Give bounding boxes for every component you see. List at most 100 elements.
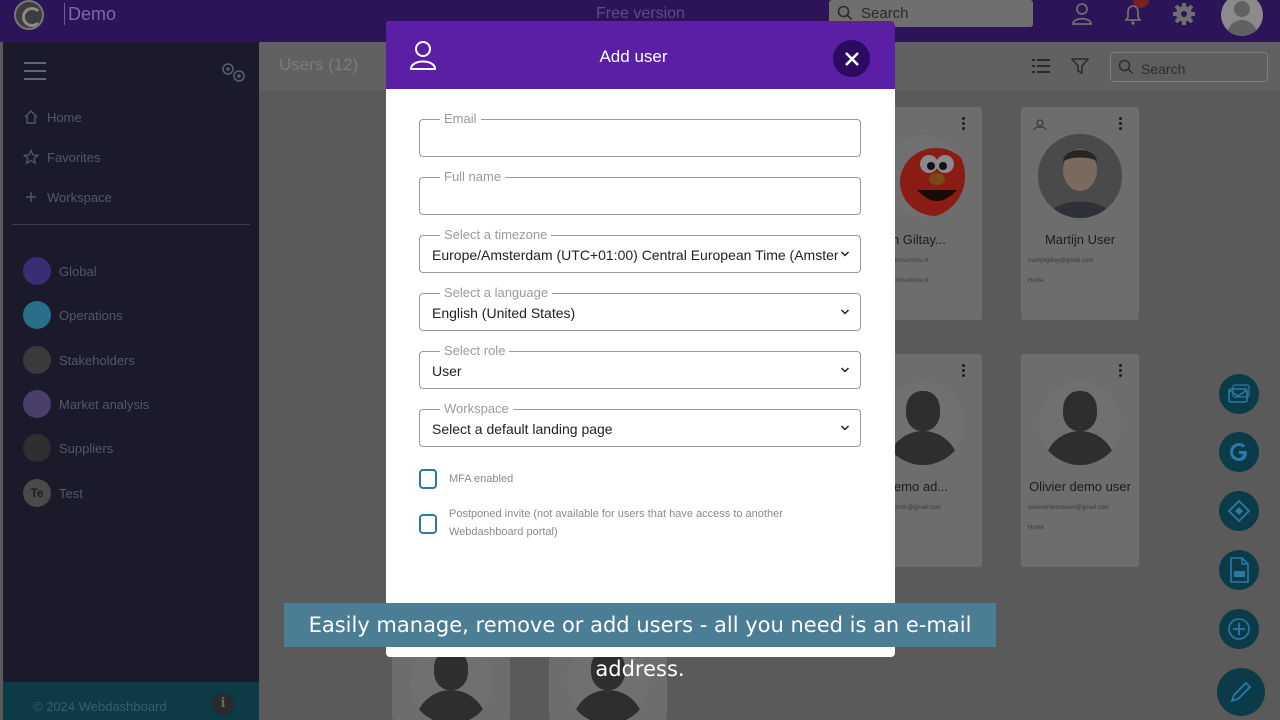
sidebar-item-test[interactable]: Te Test	[23, 479, 83, 507]
sidebar-item-label: Workspace	[47, 189, 112, 205]
csv-icon	[1230, 557, 1249, 583]
gear-icon[interactable]	[1172, 2, 1196, 26]
workspace-value: Select a default landing page	[432, 421, 613, 437]
sidebar-item-market-analysis[interactable]: Market analysis	[23, 390, 149, 418]
sidebar-item-label: Suppliers	[59, 440, 114, 456]
default-avatar	[1038, 381, 1122, 465]
timezone-value: Europe/Amsterdam (UTC+01:00) Central Eur…	[432, 247, 838, 263]
users-search-input[interactable]: Search	[1110, 52, 1268, 82]
pencil-icon	[1230, 681, 1252, 703]
sidebar-item-global[interactable]: Global	[23, 257, 97, 285]
chevron-down-icon	[840, 425, 850, 431]
mfa-row: MFA enabled	[419, 469, 829, 489]
plus-icon	[1228, 618, 1250, 640]
sidebar-divider	[12, 224, 250, 225]
admin-icon	[1033, 119, 1047, 131]
settings-gears-icon[interactable]	[219, 60, 249, 84]
email-users-button[interactable]	[1219, 374, 1259, 414]
sidebar-item-favorites[interactable]: Favorites	[23, 146, 100, 168]
menu-icon[interactable]	[24, 62, 46, 86]
sidebar-item-suppliers[interactable]: Suppliers	[23, 434, 113, 462]
card-menu-icon[interactable]	[1119, 117, 1123, 132]
star-icon	[23, 149, 39, 165]
fullname-field[interactable]: Full name	[419, 169, 861, 215]
chevron-down-icon	[840, 367, 850, 373]
workspace-label: Workspace	[440, 401, 513, 416]
google-icon	[1230, 443, 1247, 461]
user-photo	[1038, 134, 1122, 218]
email-field[interactable]: Email	[419, 111, 861, 157]
close-button[interactable]	[833, 40, 870, 77]
sidebar-item-workspace[interactable]: Workspace	[23, 186, 112, 208]
google-import-button[interactable]	[1219, 432, 1259, 472]
brand-divider	[64, 3, 65, 25]
language-label: Select a language	[440, 285, 553, 300]
suppliers-icon	[23, 434, 51, 462]
timezone-select[interactable]: Select a timezone Europe/Amsterdam (UTC+…	[419, 227, 861, 273]
card-user-landing: Home	[1028, 525, 1045, 531]
user-card[interactable]: Olivier demo user oliviererdemouser@gmai…	[1021, 354, 1139, 567]
edit-button[interactable]	[1217, 668, 1265, 716]
timezone-label: Select a timezone	[440, 227, 552, 242]
search-icon	[837, 5, 853, 21]
postponed-invite-checkbox[interactable]	[419, 514, 437, 534]
postponed-invite-label: Postponed invite (not available for user…	[449, 508, 783, 538]
workspace-initials-avatar: Te	[23, 479, 51, 507]
sidebar-item-label: Stakeholders	[59, 352, 135, 368]
sidebar-item-stakeholders[interactable]: Stakeholders	[23, 346, 135, 374]
fullname-label: Full name	[440, 169, 506, 184]
close-icon	[844, 51, 859, 66]
add-user-fab[interactable]	[1219, 609, 1259, 649]
sidebar-item-label: Operations	[59, 307, 123, 323]
card-user-email: oliviererdemouser@gmail.com	[1028, 505, 1110, 511]
role-value: User	[432, 363, 462, 379]
card-user-email: martijngiltay@gmail.com	[1028, 258, 1094, 264]
mail-icon	[1228, 384, 1250, 403]
globe-icon	[23, 257, 51, 285]
dialog-title: Add user	[599, 47, 668, 66]
role-label: Select role	[440, 343, 510, 358]
filter-icon[interactable]	[1071, 57, 1089, 75]
sidebar-item-operations[interactable]: Operations	[23, 301, 123, 329]
info-icon[interactable]: i	[212, 693, 234, 715]
sidebar-item-home[interactable]: Home	[23, 106, 82, 128]
operations-icon	[23, 301, 51, 329]
sidebar-item-label: Favorites	[47, 149, 101, 165]
stakeholders-icon	[23, 346, 51, 374]
mfa-checkbox[interactable]	[419, 469, 437, 489]
user-icon[interactable]	[1070, 2, 1094, 26]
csv-import-button[interactable]	[1219, 550, 1259, 590]
azure-import-button[interactable]	[1219, 491, 1259, 531]
users-search-placeholder: Search	[1141, 61, 1186, 77]
user-photo-image	[1038, 134, 1122, 218]
azure-icon	[1227, 499, 1251, 523]
sidebar-item-label: Market analysis	[59, 396, 150, 412]
workspace-select[interactable]: Workspace Select a default landing page	[419, 401, 861, 447]
language-value: English (United States)	[432, 305, 576, 321]
chevron-down-icon	[840, 309, 850, 315]
card-user-name: Olivier demo user	[1029, 479, 1131, 494]
role-select[interactable]: Select role User	[419, 343, 861, 389]
sidebar: Home Favorites Workspace Global Operatio…	[3, 42, 259, 720]
mfa-label: MFA enabled	[449, 473, 514, 485]
user-card[interactable]: Martijn User martijngiltay@gmail.com Hom…	[1021, 107, 1139, 320]
language-select[interactable]: Select a language English (United States…	[419, 285, 861, 331]
card-menu-icon[interactable]	[962, 364, 966, 379]
home-icon	[24, 110, 38, 124]
sidebar-footer: © 2024 Webdashboard i	[3, 682, 259, 720]
top-search-placeholder: Search	[861, 5, 909, 22]
card-user-name: Martijn User	[1044, 232, 1116, 247]
list-view-icon[interactable]	[1032, 57, 1050, 75]
profile-avatar[interactable]	[1221, 0, 1263, 36]
add-user-dialog: Add user Email Full name Select a timezo…	[386, 21, 895, 657]
search-icon	[1118, 59, 1134, 75]
chevron-down-icon	[840, 251, 850, 257]
email-label: Email	[440, 111, 481, 126]
dialog-header: Add user	[386, 21, 895, 89]
card-menu-icon[interactable]	[1119, 364, 1123, 379]
brand-name: Demo	[68, 4, 117, 24]
tutorial-caption: Easily manage, remove or add users - all…	[284, 603, 996, 681]
sidebar-item-label: Test	[59, 485, 83, 501]
app-logo[interactable]	[14, 0, 44, 30]
card-menu-icon[interactable]	[962, 117, 966, 132]
